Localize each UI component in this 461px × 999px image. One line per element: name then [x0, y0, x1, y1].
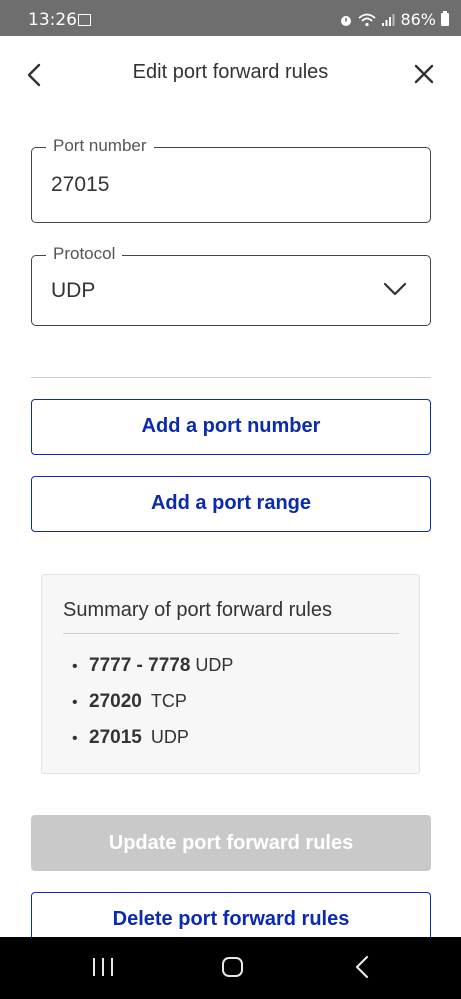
back-icon[interactable] — [352, 955, 372, 979]
port-number-input[interactable]: 27015 — [51, 173, 109, 197]
add-port-number-button[interactable]: Add a port number — [31, 399, 431, 455]
protocol-value: UDP — [51, 279, 96, 302]
chevron-down-icon[interactable] — [382, 280, 408, 298]
bullet: • — [72, 730, 78, 747]
add-port-range-button[interactable]: Add a port range — [31, 476, 431, 532]
signal-icon — [382, 13, 395, 26]
summary-protocol: UDP — [150, 727, 189, 747]
recent-apps-icon[interactable] — [93, 958, 115, 976]
status-bar: 13:26 86% — [0, 0, 461, 36]
alarm-icon — [341, 15, 352, 26]
status-icons: 86% — [339, 10, 449, 29]
page-title: Edit port forward rules — [132, 61, 329, 83]
summary-item: • 27015 UDP — [72, 727, 233, 763]
status-time: 13:26 — [28, 10, 77, 30]
summary-protocol: TCP — [150, 691, 187, 711]
home-icon[interactable] — [222, 957, 243, 977]
page-header: Edit port forward rules — [0, 36, 461, 112]
close-icon[interactable] — [410, 60, 438, 88]
bullet: • — [72, 694, 78, 711]
gallery-icon — [78, 14, 91, 26]
battery-icon — [441, 11, 449, 26]
port-number-field[interactable]: Port number 27015 — [31, 136, 431, 223]
wifi-icon — [358, 13, 377, 26]
summary-list: • 7777 - 7778 UDP • 27020 TCP • 27015 UD… — [72, 655, 233, 763]
bullet: • — [72, 658, 78, 675]
update-rules-button: Update port forward rules — [31, 815, 431, 871]
port-number-label: Port number — [46, 136, 154, 156]
protocol-select[interactable]: Protocol UDP — [31, 244, 431, 326]
summary-port: 7777 - 7778 — [89, 655, 191, 676]
summary-card: Summary of port forward rules • 7777 - 7… — [41, 574, 420, 774]
battery-percent: 86% — [400, 10, 436, 29]
summary-item: • 7777 - 7778 UDP — [72, 655, 233, 691]
summary-port: 27020 — [89, 691, 142, 712]
summary-port: 27015 — [89, 727, 142, 748]
protocol-label: Protocol — [46, 244, 123, 264]
summary-item: • 27020 TCP — [72, 691, 233, 727]
divider — [31, 377, 431, 378]
summary-protocol: UDP — [195, 655, 234, 675]
summary-divider — [63, 633, 399, 634]
summary-title: Summary of port forward rules — [63, 599, 332, 621]
system-nav-bar — [0, 937, 461, 999]
